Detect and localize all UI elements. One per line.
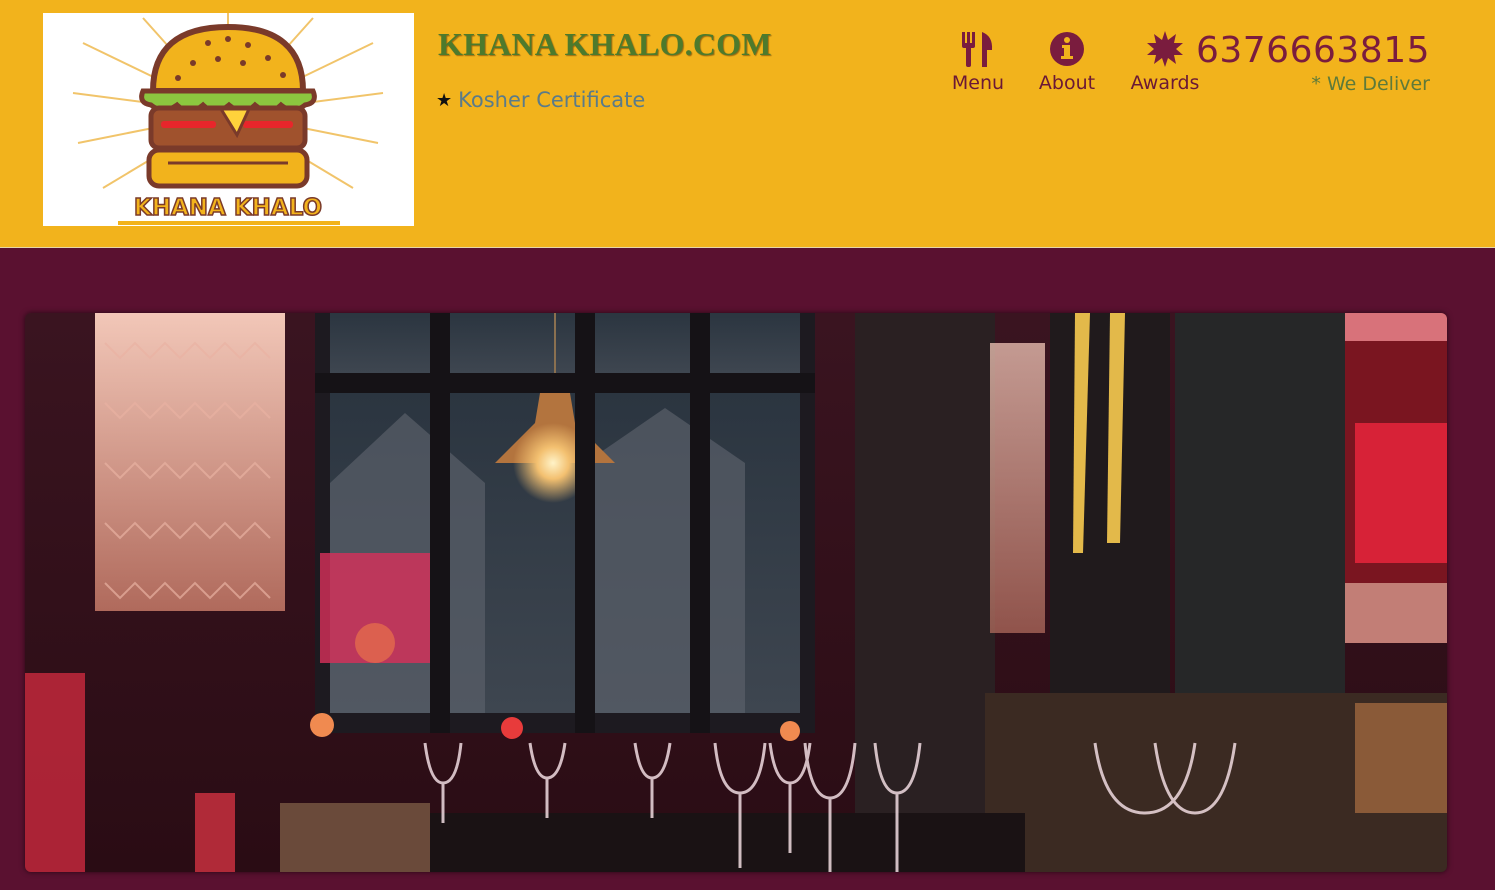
- delivery-note: * We Deliver: [1311, 73, 1430, 95]
- nav-about-label: About: [1038, 72, 1096, 94]
- site-header: KHANA KHALO KHANA KHALO.COM ★ Kosher Cer…: [0, 0, 1495, 248]
- kosher-certificate-link[interactable]: ★ Kosher Certificate: [436, 88, 645, 112]
- nav-awards-label: Awards: [1130, 72, 1200, 94]
- restaurant-interior-photo: [25, 313, 1447, 872]
- badge-burst-icon: [1146, 30, 1184, 68]
- site-title[interactable]: KHANA KHALO.COM: [438, 26, 772, 63]
- nav-menu[interactable]: Menu: [950, 30, 1006, 94]
- hero-image: [25, 313, 1447, 872]
- certificate-label: Kosher Certificate: [458, 88, 646, 112]
- star-icon: ★: [436, 89, 453, 111]
- burger-logo-icon: KHANA KHALO: [72, 13, 384, 225]
- fork-knife-icon: [959, 30, 997, 68]
- logo-text: KHANA KHALO: [134, 195, 322, 221]
- phone-number[interactable]: 6376663815: [1196, 30, 1430, 71]
- nav-awards[interactable]: Awards: [1128, 30, 1202, 94]
- info-circle-icon: [1048, 30, 1086, 68]
- nav-about[interactable]: About: [1038, 30, 1096, 94]
- nav-menu-label: Menu: [951, 72, 1005, 94]
- logo[interactable]: KHANA KHALO: [43, 13, 414, 226]
